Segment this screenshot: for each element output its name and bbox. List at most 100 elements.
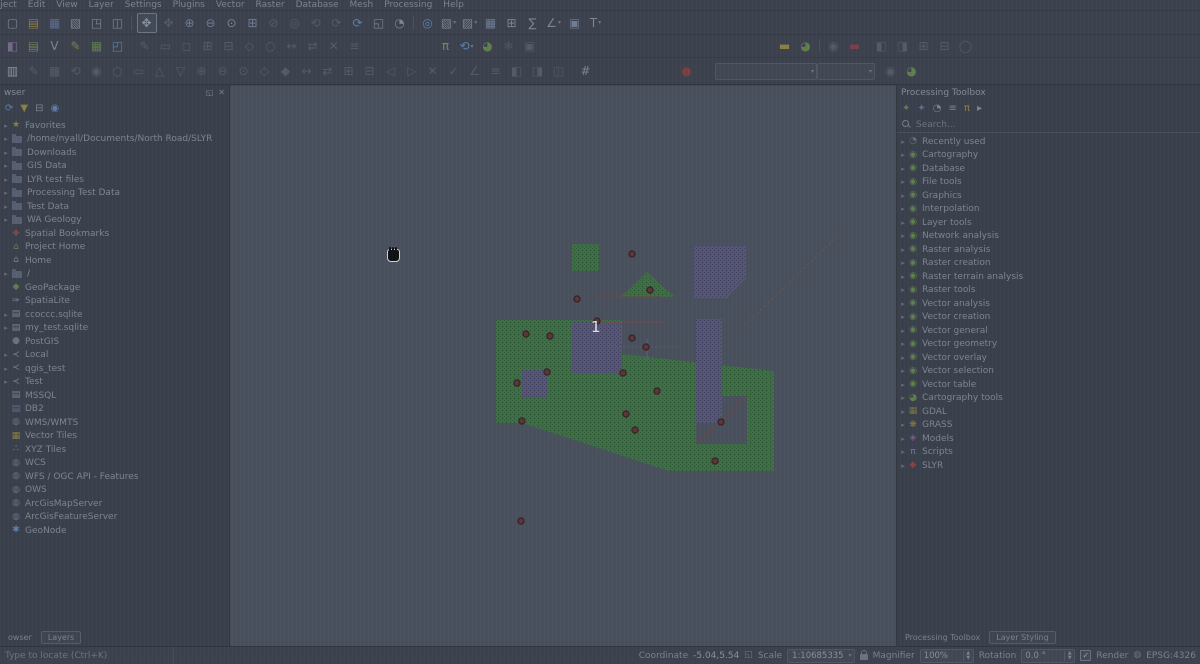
geometry-checker-button[interactable]: ◨ (894, 37, 912, 55)
expand-arrow-icon[interactable]: ▸ (899, 273, 907, 281)
pan-map-button[interactable]: ✥ (137, 13, 157, 33)
expand-arrow-icon[interactable]: ▸ (899, 300, 907, 308)
select-by-value-button[interactable]: ▨▾ (461, 14, 479, 32)
menu-plugins[interactable]: Plugins (173, 0, 205, 10)
menu-mesh[interactable]: Mesh (350, 0, 374, 10)
processing-item-models[interactable]: ▸◈Models (897, 432, 1200, 446)
render-checkbox[interactable]: ✓ (1080, 650, 1091, 661)
dock-tab-layers[interactable]: Layers (41, 631, 81, 644)
expand-arrow-icon[interactable]: ▸ (899, 232, 907, 240)
expand-arrow-icon[interactable]: ▸ (899, 151, 907, 159)
python-console-button[interactable]: π (437, 37, 455, 55)
browser-item-downloads[interactable]: ▸Downloads (0, 146, 229, 160)
browser-item-favorites[interactable]: ▸★Favorites (0, 119, 229, 133)
menu-raster[interactable]: Raster (256, 0, 285, 10)
processing-item-slyr[interactable]: ▸◆SLYR (897, 459, 1200, 473)
zoom-in-button[interactable]: ⊕ (181, 14, 199, 32)
map-canvas[interactable]: 1 (230, 85, 896, 646)
browser-item-ccoccc-sqlite[interactable]: ▸▤ccoccc.sqlite (0, 308, 229, 322)
dock-tab-owser[interactable]: owser (2, 632, 38, 643)
reshape-button[interactable]: ↔ (283, 37, 301, 55)
temporal-controller-button[interactable]: ◔ (391, 14, 409, 32)
browser-item-lyr-test-files[interactable]: ▸LYR test files (0, 173, 229, 187)
digitize-segment-button[interactable]: ⟲ (67, 62, 85, 80)
expand-arrow-icon[interactable]: ▸ (899, 178, 907, 186)
expand-arrow-icon[interactable]: ▸ (899, 192, 907, 200)
new-print-layout-button[interactable]: ◳ (88, 14, 106, 32)
zoom-to-layer-button[interactable]: ◎ (286, 14, 304, 32)
processing-item-vector-creation[interactable]: ▸◉Vector creation (897, 311, 1200, 325)
text-annotation-button[interactable]: T▾ (587, 14, 605, 32)
browser-item-local[interactable]: ▸≺Local (0, 349, 229, 363)
browser-item-ows[interactable]: ◍OWS (0, 484, 229, 498)
add-regular-polygon-button[interactable]: ◫ (550, 62, 568, 80)
menu-vector[interactable]: Vector (216, 0, 245, 10)
expand-arrow-icon[interactable]: ▸ (899, 286, 907, 294)
expand-arrow-icon[interactable]: ▸ (2, 135, 10, 143)
vertex-tool-all-button[interactable]: △ (151, 62, 169, 80)
add-ring-button[interactable]: ⊞ (199, 37, 217, 55)
expand-arrow-icon[interactable]: ▸ (899, 246, 907, 254)
add-point-feature-button[interactable]: ◉ (88, 62, 106, 80)
zoom-next-button[interactable]: ⟳ (328, 14, 346, 32)
modify-attributes-button[interactable]: ≡ (346, 37, 364, 55)
processing-item-file-tools[interactable]: ▸◉File tools (897, 176, 1200, 190)
cut-features-button[interactable]: ⊙ (235, 62, 253, 80)
style-manager-button[interactable]: ◧ (4, 37, 22, 55)
simplify-feature-button[interactable]: ◻ (178, 37, 196, 55)
expand-arrow-icon[interactable]: ▸ (899, 394, 907, 402)
layout-manager-button[interactable]: ◫ (109, 14, 127, 32)
redo-edit-button[interactable]: ⇄ (319, 62, 337, 80)
expand-arrow-icon[interactable]: ▸ (899, 367, 907, 375)
expand-arrow-icon[interactable]: ▸ (2, 189, 10, 197)
processing-item-raster-terrain-analysis[interactable]: ▸◉Raster terrain analysis (897, 270, 1200, 284)
expand-arrow-icon[interactable]: ▸ (2, 270, 10, 278)
expand-arrow-icon[interactable]: ▸ (2, 122, 10, 130)
processing-item-raster-tools[interactable]: ▸◉Raster tools (897, 284, 1200, 298)
expand-arrow-icon[interactable]: ▸ (899, 219, 907, 227)
processing-item-cartography-tools[interactable]: ▸◕Cartography tools (897, 392, 1200, 406)
crs-globe-icon[interactable]: ◍ (1133, 651, 1141, 660)
offset-curve-button[interactable]: ≡ (487, 62, 505, 80)
topology-checker-button[interactable]: ◧ (873, 37, 891, 55)
processing-item-database[interactable]: ▸◉Database (897, 162, 1200, 176)
split-feature-button[interactable]: ✕ (424, 62, 442, 80)
processing-item-vector-selection[interactable]: ▸◉Vector selection (897, 365, 1200, 379)
menu-help[interactable]: Help (443, 0, 464, 10)
browser-item-gis-data[interactable]: ▸GIS Data (0, 160, 229, 174)
undo-button[interactable]: ⟲▾ (458, 37, 476, 55)
rotate-feature-button[interactable]: ▭ (157, 37, 175, 55)
properties-icon[interactable]: ◉ (50, 104, 59, 114)
delete-selected-button[interactable]: ⊖ (214, 62, 232, 80)
magnifier-stepper[interactable]: 100% ▲▼ (920, 649, 974, 663)
browser-item-wa-geology[interactable]: ▸WA Geology (0, 214, 229, 228)
fill-ring-button[interactable]: ⊟ (220, 37, 238, 55)
metasearch-button[interactable]: ◰ (109, 37, 127, 55)
menu-project[interactable]: Project (0, 0, 17, 10)
collapse-all-icon[interactable]: ⊟ (35, 104, 43, 114)
zoom-to-selection-button[interactable]: ⊘ (265, 14, 283, 32)
add-rectangle-button[interactable]: ◨ (529, 62, 547, 80)
expand-arrow-icon[interactable]: ▸ (899, 313, 907, 321)
rotation-stepper[interactable]: 0.0 ° ▲▼ (1021, 649, 1075, 663)
browser-item-test[interactable]: ▸≺Test (0, 376, 229, 390)
expand-arrow-icon[interactable]: ▸ (2, 162, 10, 170)
close-panel-icon[interactable]: ✕ (218, 89, 225, 97)
expand-arrow-icon[interactable]: ▸ (899, 354, 907, 362)
open-project-button[interactable]: ▤ (25, 14, 43, 32)
browser-item-test-data[interactable]: ▸Test Data (0, 200, 229, 214)
new-map-view-button[interactable]: ◱ (370, 14, 388, 32)
processing-item-vector-overlay[interactable]: ▸◉Vector overlay (897, 351, 1200, 365)
processing-item-vector-geometry[interactable]: ▸◉Vector geometry (897, 338, 1200, 352)
refresh-icon[interactable]: ⟳ (5, 104, 13, 114)
browser-item-home[interactable]: ⌂Home (0, 254, 229, 268)
processing-item-interpolation[interactable]: ▸◉Interpolation (897, 203, 1200, 217)
log-messages-button[interactable]: ▣ (521, 37, 539, 55)
undo-edit-button[interactable]: ↔ (298, 62, 316, 80)
zoom-last-button[interactable]: ⟲ (307, 14, 325, 32)
add-circle-button[interactable]: ◧ (508, 62, 526, 80)
toolbox-models-icon[interactable]: ✦ (917, 104, 925, 114)
menu-settings[interactable]: Settings (125, 0, 162, 10)
browser-item-spatialite[interactable]: ✑SpatiaLite (0, 295, 229, 309)
menu-layer[interactable]: Layer (89, 0, 114, 10)
